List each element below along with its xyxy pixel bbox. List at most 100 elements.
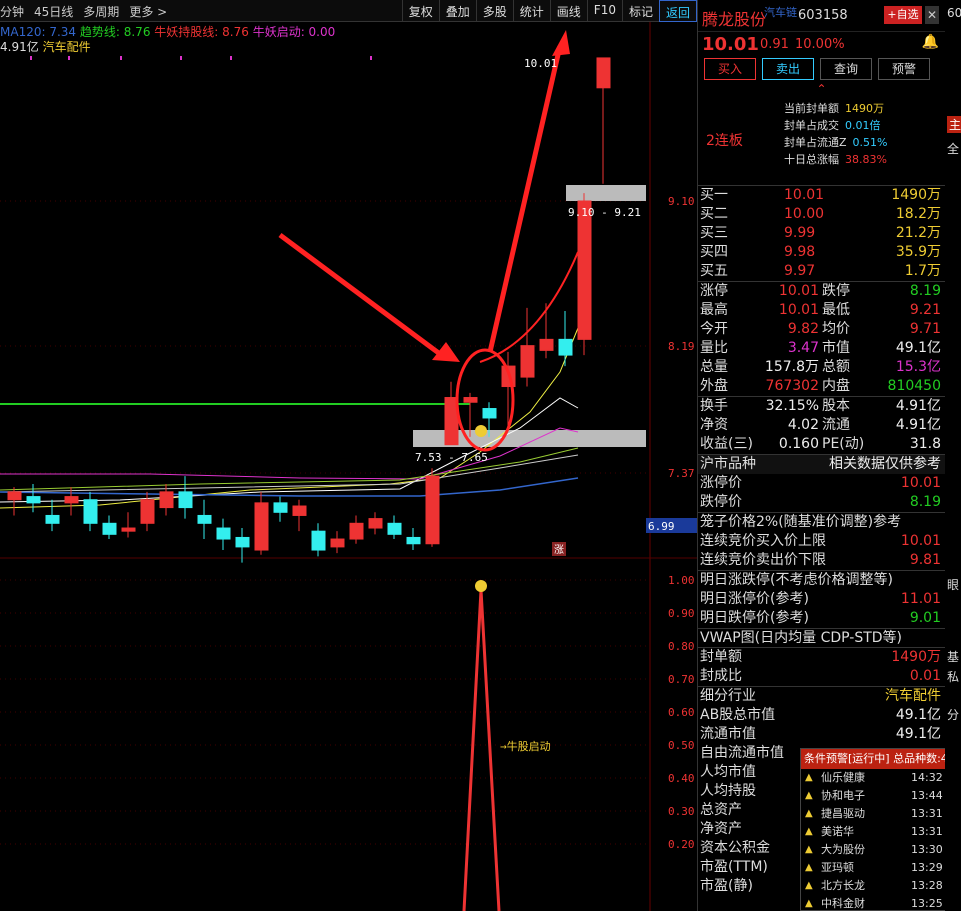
edge-tab[interactable]: 主 (947, 116, 961, 133)
alert-button[interactable]: 预警 (878, 58, 930, 80)
candle (520, 307, 535, 387)
high-price-label: 10.01 (524, 57, 557, 70)
candle (273, 496, 288, 522)
buy-button[interactable]: 买入 (704, 58, 756, 80)
info-row: 笼子价格2%(随基准价调整)参考 (698, 513, 945, 532)
seal-info: 2连板 当前封单额 1490万 封单占成交 0.01倍 封单占流通Z 0.51% 十日总涨幅… (698, 96, 945, 186)
alert-stock-name: 仙乐健康 (821, 771, 865, 784)
condition-alert-window[interactable]: 条件预警[运行中] 总品种数:4 ▲ 仙乐健康 14:32 ▲ 协和电子 13:44 ▲ 捷昌… (800, 748, 961, 911)
alert-item[interactable]: ▲ 中科金财 13:25 (801, 895, 960, 911)
sell-button[interactable]: 卖出 (762, 58, 814, 80)
alert-item[interactable]: ▲ 协和电子 13:44 (801, 787, 960, 805)
stat-value-2: 15.3亿 (895, 359, 941, 375)
stats-button[interactable]: 统计 (512, 0, 550, 22)
seal-row: 封单占成交 0.01倍 (784, 117, 888, 134)
period-45day[interactable]: 45日线 (34, 3, 73, 20)
order-book-row[interactable]: 买四 9.98 35.9万 (698, 243, 945, 262)
restore-rights-button[interactable]: 复权 (401, 0, 439, 22)
back-button[interactable]: 返回 (658, 0, 697, 22)
multi-period[interactable]: 多周期 (83, 3, 119, 20)
add-watchlist-button[interactable]: +自选 (884, 6, 922, 24)
stat-value: 4.02 (787, 417, 819, 433)
stat-label-2: 总额 (822, 359, 850, 375)
start-indicator: 牛妖启动: 0.00 (252, 25, 336, 39)
vwap-row[interactable]: VWAP图(日内均量 CDP-STD等) (698, 629, 945, 648)
reference-note: 相关数据仅供参考 (829, 456, 941, 472)
quote-stats: 涨停 10.01 跌停 8.19 最高 10.01 最低 9.21 今开 9.82 均价 9.71 量比… (698, 282, 945, 397)
stat-label-2: PE(动) (822, 436, 865, 452)
money-bag-icon (475, 425, 487, 437)
alert-item[interactable]: ▲ 亚玛顿 13:29 (801, 859, 960, 877)
stat-value: 767302 (765, 378, 819, 394)
candle (292, 499, 307, 532)
info-row: 细分行业 汽车配件 (698, 687, 945, 706)
signal-marker (68, 56, 70, 60)
alert-time: 13:31 (911, 825, 943, 838)
trade-buttons: 买入 卖出 查询 预警 (698, 54, 945, 84)
query-button[interactable]: 查询 (820, 58, 872, 80)
close-icon[interactable]: ✕ (925, 6, 939, 24)
market-type-label: 沪市品种 (700, 456, 756, 472)
indicator-axis-label: 0.70 (668, 673, 695, 686)
order-book-row[interactable]: 买五 9.97 1.7万 (698, 262, 945, 281)
info-row: 连续竞价买入价上限 10.01 (698, 532, 945, 551)
signal-marker (30, 56, 32, 60)
more-menu[interactable]: 更多 > (129, 3, 167, 20)
adjacent-window-edge: 60 主 全 眼 基 私 分 (945, 0, 961, 911)
alert-item[interactable]: ▲ 大为股份 13:30 (801, 841, 960, 859)
stat-row: 涨停 10.01 跌停 8.19 (698, 282, 945, 301)
collapse-icon[interactable]: ⌃ (698, 83, 945, 96)
mark-button[interactable]: 标记 (621, 0, 659, 22)
alert-time: 14:32 (911, 771, 943, 784)
info-label: 笼子价格2%(随基准价调整)参考 (700, 514, 902, 530)
draw-line-button[interactable]: 画线 (549, 0, 587, 22)
up-arrow-icon: ▲ (805, 808, 813, 819)
indicator-axis-label: 0.20 (668, 838, 695, 851)
order-book-row[interactable]: 买三 9.99 21.2万 (698, 224, 945, 243)
money-bag-icon-2 (475, 580, 487, 592)
candle (121, 512, 136, 538)
order-book-row[interactable]: 买一 10.01 1490万 (698, 186, 945, 205)
info-row: 流通市值 49.1亿 (698, 725, 945, 744)
multi-stock-button[interactable]: 多股 (475, 0, 513, 22)
alert-stock-name: 美诺华 (821, 825, 854, 838)
edge-tab-2[interactable]: 全 (947, 140, 959, 157)
overlay-button[interactable]: 叠加 (438, 0, 476, 22)
indicator-axis-label: 1.00 (668, 574, 695, 587)
stat-value: 10.01 (778, 302, 819, 318)
stat-value-2: 4.91亿 (895, 417, 941, 433)
alert-item[interactable]: ▲ 捷昌驱动 13:31 (801, 805, 960, 823)
stock-chain[interactable]: 汽车链 (764, 4, 797, 20)
stat-value-2: 31.8 (909, 436, 941, 452)
info-value: 49.1亿 (895, 726, 941, 742)
seal-row: 当前封单额 1490万 (784, 100, 888, 117)
indicator-axis-label: 0.40 (668, 772, 695, 785)
info-label: 涨停价 (700, 475, 742, 491)
indicator-axis-label: 0.30 (668, 805, 695, 818)
f10-button[interactable]: F10 (586, 0, 622, 22)
order-book-row[interactable]: 买二 10.00 18.2万 (698, 205, 945, 224)
price-change: 0.91 (760, 37, 789, 52)
alert-item[interactable]: ▲ 仙乐健康 14:32 (801, 769, 960, 787)
stock-code: 603158 (798, 8, 848, 23)
period-minute[interactable]: 分钟 (0, 3, 24, 20)
info-value: 10.01 (900, 533, 941, 549)
current-price-tag: 6.99 (648, 520, 675, 533)
info-value: 49.1亿 (895, 707, 941, 723)
stat-value: 157.8万 (764, 359, 819, 375)
bell-icon[interactable]: 🔔 (922, 34, 939, 50)
info-row: AB股总市值 49.1亿 (698, 706, 945, 725)
info-label: 跌停价 (700, 494, 742, 510)
stat-label: 量比 (700, 340, 728, 356)
book-price: 9.97 (784, 263, 816, 279)
alert-item[interactable]: ▲ 北方长龙 13:28 (801, 877, 960, 895)
stat-label: 总量 (700, 359, 728, 375)
alert-time: 13:30 (911, 843, 943, 856)
candle (83, 491, 98, 532)
stat-label: 净资 (700, 417, 728, 433)
seal-rows: 当前封单额 1490万 封单占成交 0.01倍 封单占流通Z 0.51% 十日总涨幅 38.8… (784, 100, 888, 168)
seal-label: 当前封单额 (784, 102, 839, 115)
info-label: AB股总市值 (700, 707, 776, 723)
alert-item[interactable]: ▲ 美诺华 13:31 (801, 823, 960, 841)
kline-chart[interactable]: 9.10 8.19 7.37 6.99 9.10 - 9.21 7.53 - 7.65 10… (0, 22, 697, 911)
